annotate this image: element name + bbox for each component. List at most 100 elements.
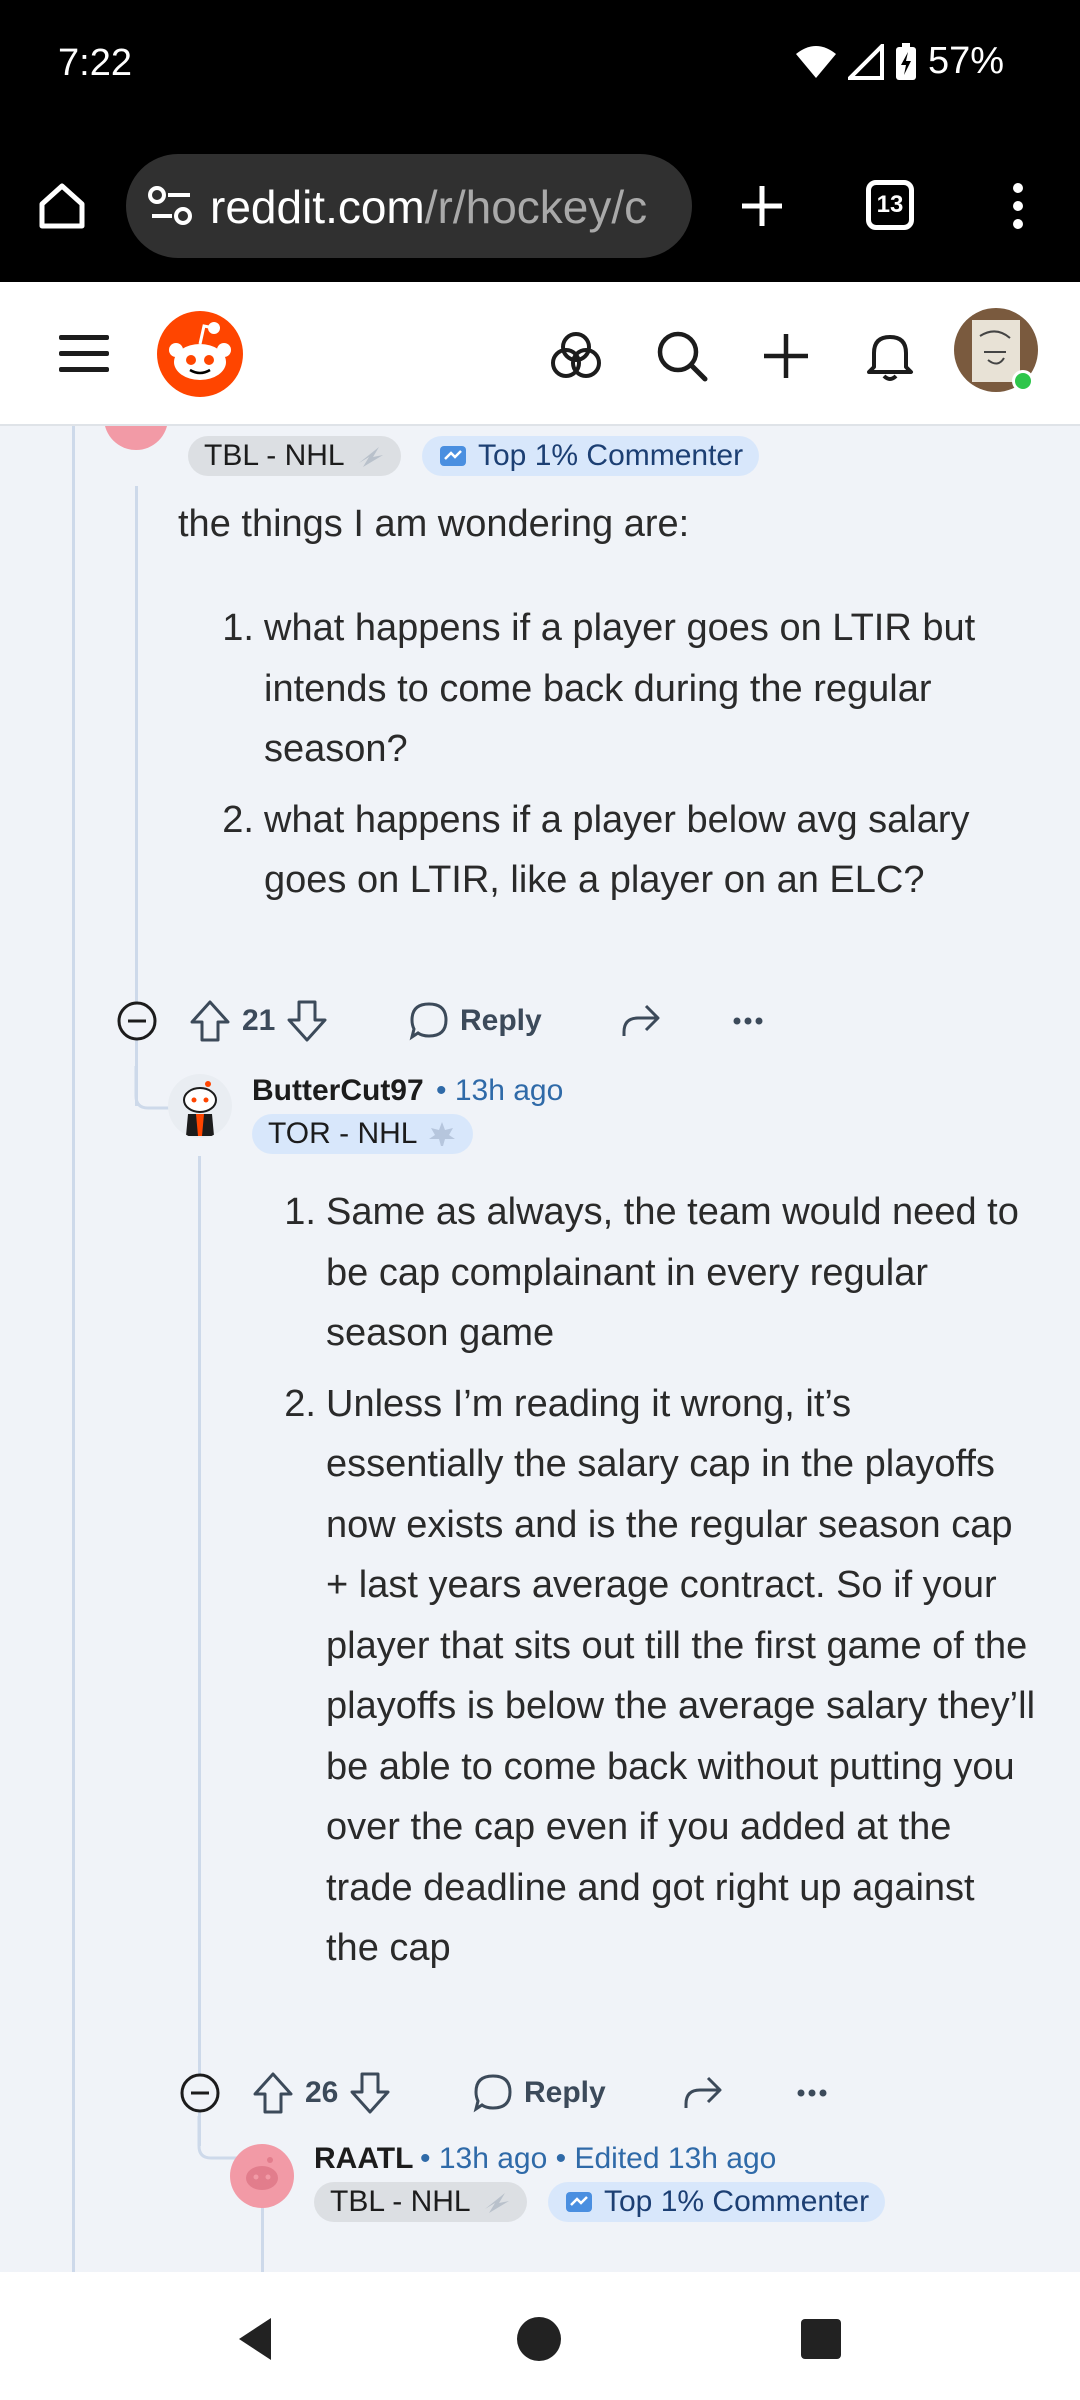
cell-signal-icon: [847, 43, 884, 80]
c2-username[interactable]: ButterCut97: [252, 1074, 424, 1108]
thread-line-root: [72, 426, 75, 2272]
list-item: 1. what happens if a player goes on LTIR …: [204, 598, 1004, 780]
c3-flair-badge: Top 1% Commenter: [548, 2182, 886, 2222]
c2-meta: • 13h ago: [436, 1074, 564, 1107]
c3-username[interactable]: RAATL: [314, 2142, 413, 2176]
site-settings-icon[interactable]: [148, 184, 194, 233]
reddit-logo[interactable]: [156, 310, 244, 398]
thread-line-c1: [135, 486, 138, 1076]
notifications-icon[interactable]: [860, 326, 920, 386]
new-tab-icon[interactable]: [732, 176, 792, 236]
c1-share-button[interactable]: [618, 1000, 662, 1042]
c1-intro: the things I am wondering are:: [178, 503, 690, 545]
c3-time: 13h ago: [438, 2142, 548, 2175]
c2-collapse-button[interactable]: [179, 2072, 221, 2114]
reply-icon: [473, 2074, 512, 2113]
list-number: 1.: [284, 1191, 316, 1233]
share-icon: [622, 1004, 660, 1036]
c3-edited: Edited 13h ago: [574, 2142, 777, 2175]
share-icon: [684, 2076, 722, 2108]
c3-avatar[interactable]: [230, 2144, 294, 2208]
overflow-menu-icon[interactable]: [1000, 176, 1036, 236]
c2-flair-team: TOR - NHL: [252, 1114, 474, 1154]
thread-line-c3: [261, 2206, 264, 2272]
thread-line-c2: [198, 1156, 201, 2146]
url-text: reddit.com/r/hockey/c: [210, 180, 647, 234]
create-post-icon[interactable]: [756, 326, 816, 386]
lightning-logo-icon: [358, 447, 383, 467]
c1-flair-team-label: TBL - NHL: [204, 439, 345, 472]
c2-vote-count: 26: [305, 2076, 339, 2109]
list-item-text: Same as always, the team would need to b…: [326, 1191, 1019, 1354]
c1-more-button[interactable]: [732, 1006, 764, 1036]
more-icon: [797, 2089, 827, 2097]
collapse-icon: [117, 1001, 157, 1041]
home-icon[interactable]: [30, 176, 94, 236]
c2-share-button[interactable]: [680, 2072, 724, 2114]
c2-time: 13h ago: [454, 1074, 564, 1107]
browser-toolbar: reddit.com/r/hockey/c 13: [0, 130, 1080, 282]
list-item-text: what happens if a player goes on LTIR bu…: [264, 607, 976, 770]
c1-reply-label: Reply: [460, 1004, 542, 1037]
battery-percent: 57%: [927, 40, 1004, 82]
c1-collapse-button[interactable]: [116, 1000, 158, 1042]
maple-leaf-logo-icon: [429, 1122, 456, 1146]
status-time: 7:22: [58, 42, 132, 84]
tabs-icon[interactable]: 13: [866, 180, 914, 230]
c3-flair-team: TBL - NHL: [314, 2182, 527, 2222]
c1-avatar[interactable]: [104, 426, 168, 450]
upvote-icon[interactable]: [251, 2070, 295, 2116]
hamburger-menu-icon[interactable]: [56, 330, 112, 376]
battery-icon: [895, 42, 916, 80]
reddit-header: [0, 282, 1080, 426]
recents-icon[interactable]: [798, 2314, 844, 2364]
url-host: reddit.com: [210, 181, 425, 233]
c2-avatar[interactable]: [168, 1074, 232, 1138]
c3-flair-badge-label: Top 1% Commenter: [604, 2185, 870, 2218]
address-bar[interactable]: reddit.com/r/hockey/c: [126, 154, 692, 258]
upvote-icon[interactable]: [188, 998, 232, 1044]
list-item: 1. Same as always, the team would need to…: [266, 1182, 1036, 1364]
system-nav-bar: [0, 2272, 1080, 2400]
back-icon[interactable]: [232, 2314, 278, 2364]
list-item: 2. Unless I’m reading it wrong, it’s esse…: [266, 1374, 1036, 1979]
status-bar: 7:22 57%: [0, 0, 1080, 130]
c1-vote-count: 21: [242, 1004, 276, 1037]
thread-connector-c2: [134, 1066, 174, 1110]
top-commenter-icon: [566, 2192, 592, 2212]
top-commenter-icon: [440, 446, 466, 466]
c3-flair-team-label: TBL - NHL: [330, 2185, 471, 2218]
downvote-icon[interactable]: [285, 998, 329, 1044]
communities-icon[interactable]: [546, 326, 606, 386]
status-icons: 57%: [794, 40, 1004, 83]
c2-list: 1. Same as always, the team would need to…: [266, 1182, 1036, 1989]
search-icon[interactable]: [652, 326, 712, 386]
list-item-text: what happens if a player below avg salar…: [264, 798, 970, 902]
wifi-icon: [795, 45, 836, 78]
c2-flair-team-label: TOR - NHL: [268, 1117, 418, 1150]
c1-vote-bar: 21: [188, 998, 329, 1044]
lightning-logo-icon: [484, 2193, 509, 2213]
home-nav-icon[interactable]: [514, 2314, 564, 2364]
comment-thread: TBL - NHL Top 1% Commenter the things I …: [0, 426, 1080, 2272]
c1-list: 1. what happens if a player goes on LTIR …: [204, 598, 1004, 921]
list-number: 2.: [222, 798, 254, 841]
c1-reply-button[interactable]: Reply: [408, 1000, 542, 1042]
downvote-icon[interactable]: [348, 2070, 392, 2116]
list-number: 1.: [222, 607, 254, 649]
reply-icon: [409, 1002, 448, 1041]
c2-reply-button[interactable]: Reply: [472, 2072, 606, 2114]
list-item-text: Unless I’m reading it wrong, it’s essent…: [326, 1382, 1036, 1970]
collapse-icon: [180, 2073, 220, 2113]
c3-meta: • 13h ago • Edited 13h ago: [420, 2142, 777, 2175]
list-item: 2. what happens if a player below avg sal…: [204, 790, 1004, 911]
list-number: 2.: [284, 1382, 316, 1425]
c1-flair-badge-label: Top 1% Commenter: [478, 439, 744, 472]
url-path: /r/hockey/c: [424, 181, 648, 233]
online-status-dot: [1012, 370, 1034, 392]
c2-more-button[interactable]: [796, 2078, 828, 2108]
more-icon: [733, 1017, 763, 1025]
c1-flair-team: TBL - NHL: [188, 436, 401, 476]
c2-reply-label: Reply: [524, 2076, 606, 2109]
c2-vote-bar: 26: [251, 2070, 392, 2116]
